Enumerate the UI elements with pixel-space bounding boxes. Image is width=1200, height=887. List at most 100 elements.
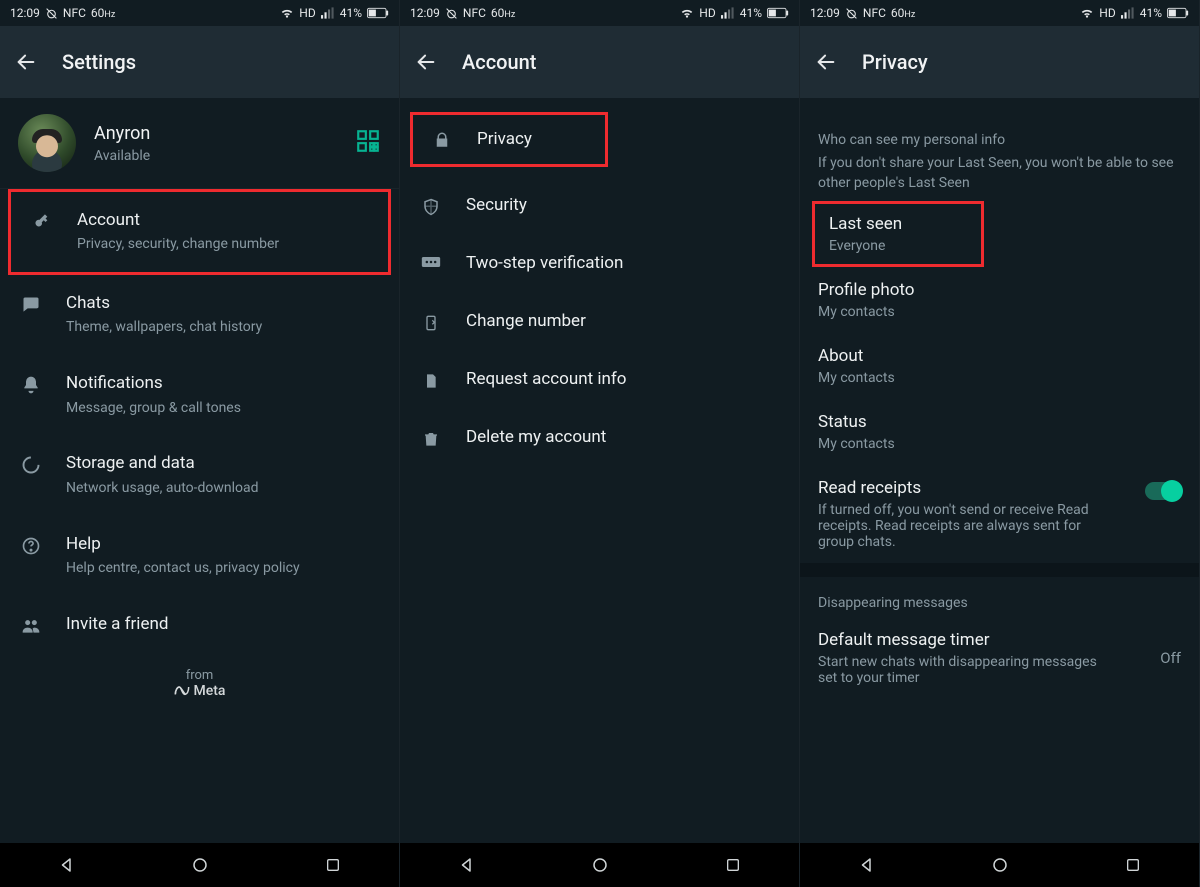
privacy-item-about[interactable]: About My contacts <box>800 333 1199 399</box>
wifi-icon <box>1080 6 1094 20</box>
alarm-off-icon <box>45 7 58 20</box>
nav-home[interactable] <box>988 853 1012 877</box>
signal-icon <box>1121 7 1135 19</box>
alarm-off-icon <box>445 7 458 20</box>
item-title: Last seen <box>829 214 967 234</box>
app-bar: Account <box>400 26 799 98</box>
status-battery-pct: 41% <box>740 6 762 20</box>
data-usage-icon <box>18 453 44 475</box>
app-bar: Settings <box>0 26 399 98</box>
section-desc-last-seen: If you don't share your Last Seen, you w… <box>800 154 1199 201</box>
nav-recents[interactable] <box>1121 853 1145 877</box>
android-nav-bar <box>0 843 399 887</box>
status-refresh: 60Hz <box>891 6 915 20</box>
privacy-item-default-timer[interactable]: Default message timer Start new chats wi… <box>800 617 1199 699</box>
item-sub: Privacy, security, change number <box>77 235 370 254</box>
status-bar: 12:09 NFC 60Hz HD 41% <box>0 0 399 26</box>
lock-icon <box>429 129 455 149</box>
status-refresh: 60Hz <box>491 6 515 20</box>
wifi-icon <box>280 6 294 20</box>
settings-item-account[interactable]: Account Privacy, security, change number <box>8 189 391 275</box>
status-time: 12:09 <box>10 6 40 20</box>
settings-item-storage[interactable]: Storage and data Network usage, auto-dow… <box>0 435 399 515</box>
item-title: Read receipts <box>818 478 1133 498</box>
read-receipts-toggle[interactable] <box>1145 482 1181 500</box>
nav-back[interactable] <box>455 853 479 877</box>
nav-home[interactable] <box>188 853 212 877</box>
chat-icon <box>18 293 44 315</box>
settings-item-invite[interactable]: Invite a friend <box>0 596 399 654</box>
status-battery-pct: 41% <box>1140 6 1162 20</box>
status-bar: 12:09 NFC 60Hz HD 41% <box>400 0 799 26</box>
help-icon <box>18 534 44 556</box>
page-title: Account <box>462 50 536 74</box>
privacy-item-profile-photo[interactable]: Profile photo My contacts <box>800 267 1199 333</box>
item-sub: My contacts <box>818 304 1181 320</box>
android-nav-bar <box>800 843 1199 887</box>
item-sub: If turned off, you won't send or receive… <box>818 502 1118 550</box>
section-header-disappearing: Disappearing messages <box>800 577 1199 617</box>
item-sub: Start new chats with disappearing messag… <box>818 654 1118 686</box>
status-hd: HD <box>1099 6 1115 20</box>
item-title: Profile photo <box>818 280 1181 300</box>
item-sub: My contacts <box>818 436 1181 452</box>
back-button[interactable] <box>414 50 438 74</box>
item-title: Security <box>466 195 781 216</box>
nav-recents[interactable] <box>321 853 345 877</box>
account-item-two-step[interactable]: Two-step verification <box>400 235 799 292</box>
status-nfc: NFC <box>863 6 886 20</box>
nav-home[interactable] <box>588 853 612 877</box>
status-hd: HD <box>699 6 715 20</box>
timer-value: Off <box>1160 649 1181 667</box>
back-button[interactable] <box>814 50 838 74</box>
privacy-item-last-seen[interactable]: Last seen Everyone <box>812 201 984 267</box>
item-title: Two-step verification <box>466 253 781 274</box>
nav-back[interactable] <box>855 853 879 877</box>
status-battery-pct: 41% <box>340 6 362 20</box>
item-sub: My contacts <box>818 370 1181 386</box>
item-sub: Message, group & call tones <box>66 399 381 418</box>
status-time: 12:09 <box>410 6 440 20</box>
screen-privacy: 12:09 NFC 60Hz HD 41% Privacy Who can se… <box>800 0 1200 887</box>
settings-item-help[interactable]: Help Help centre, contact us, privacy po… <box>0 516 399 596</box>
back-button[interactable] <box>14 50 38 74</box>
item-sub: Theme, wallpapers, chat history <box>66 318 381 337</box>
settings-item-chats[interactable]: Chats Theme, wallpapers, chat history <box>0 275 399 355</box>
profile-row[interactable]: Anyron Available <box>0 98 399 189</box>
account-item-privacy[interactable]: Privacy <box>410 112 608 167</box>
item-title: Default message timer <box>818 630 1148 650</box>
meta-logo: Meta <box>0 683 399 699</box>
item-title: Change number <box>466 311 781 332</box>
privacy-item-status[interactable]: Status My contacts <box>800 399 1199 465</box>
password-icon <box>418 253 444 269</box>
alarm-off-icon <box>845 7 858 20</box>
account-item-security[interactable]: Security <box>400 177 799 235</box>
account-item-change-number[interactable]: Change number <box>400 293 799 351</box>
item-title: Request account info <box>466 369 781 390</box>
qr-code-button[interactable] <box>355 128 381 158</box>
item-title: Chats <box>66 293 381 314</box>
profile-name: Anyron <box>94 123 337 144</box>
people-icon <box>18 614 44 636</box>
document-icon <box>418 369 444 391</box>
status-nfc: NFC <box>463 6 486 20</box>
battery-icon <box>767 7 789 19</box>
status-hd: HD <box>299 6 315 20</box>
item-title: Invite a friend <box>66 614 381 635</box>
settings-item-notifications[interactable]: Notifications Message, group & call tone… <box>0 355 399 435</box>
account-item-delete[interactable]: Delete my account <box>400 409 799 467</box>
battery-icon <box>1167 7 1189 19</box>
item-sub: Everyone <box>829 238 967 254</box>
signal-icon <box>321 7 335 19</box>
nav-recents[interactable] <box>721 853 745 877</box>
screen-account: 12:09 NFC 60Hz HD 41% Account <box>400 0 800 887</box>
wifi-icon <box>680 6 694 20</box>
from-meta-label: from Meta <box>0 654 399 707</box>
account-item-request-info[interactable]: Request account info <box>400 351 799 409</box>
privacy-item-read-receipts[interactable]: Read receipts If turned off, you won't s… <box>800 465 1199 563</box>
status-nfc: NFC <box>63 6 86 20</box>
nav-back[interactable] <box>55 853 79 877</box>
android-nav-bar <box>400 843 799 887</box>
item-title: About <box>818 346 1181 366</box>
item-title: Storage and data <box>66 453 381 474</box>
